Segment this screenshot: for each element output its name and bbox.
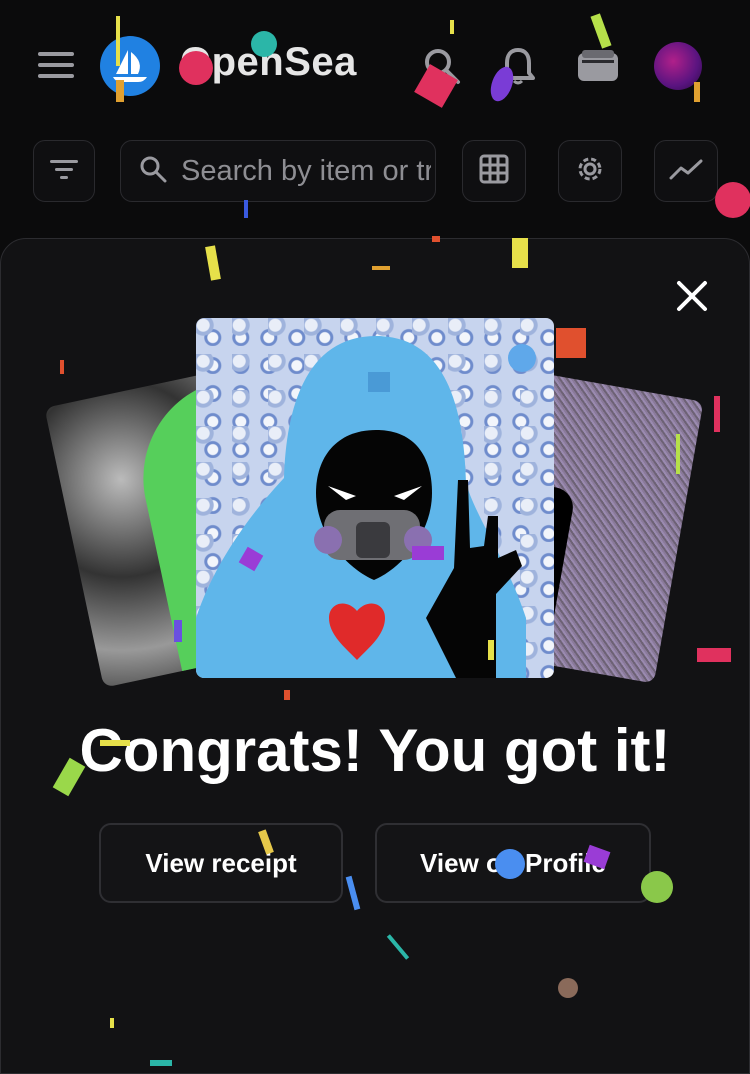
top-navigation-bar: OpenSea	[0, 0, 750, 130]
nft-card-main	[196, 318, 554, 678]
brand-name[interactable]: OpenSea	[180, 40, 357, 85]
activity-chart-icon	[669, 158, 703, 185]
search-field[interactable]	[120, 140, 436, 202]
bell-icon[interactable]	[496, 44, 540, 88]
avatar[interactable]	[654, 42, 702, 90]
search-icon[interactable]	[420, 44, 464, 88]
close-icon[interactable]	[672, 276, 712, 316]
gear-icon	[573, 152, 607, 191]
activity-button[interactable]	[654, 140, 718, 202]
search-icon	[139, 155, 167, 188]
view-on-profile-button[interactable]: View on Profile	[375, 823, 651, 903]
search-input[interactable]	[179, 153, 433, 189]
filter-icon	[49, 157, 79, 186]
grid-view-icon	[479, 154, 509, 189]
collection-toolbar	[0, 140, 750, 206]
settings-button[interactable]	[558, 140, 622, 202]
filter-button[interactable]	[33, 140, 95, 202]
hamburger-menu-icon[interactable]	[36, 50, 76, 80]
opensea-logo[interactable]	[100, 36, 160, 96]
wallet-icon[interactable]	[576, 46, 620, 86]
grid-view-button[interactable]	[462, 140, 526, 202]
view-receipt-button[interactable]: View receipt	[99, 823, 343, 903]
success-headline: Congrats! You got it!	[79, 717, 671, 784]
